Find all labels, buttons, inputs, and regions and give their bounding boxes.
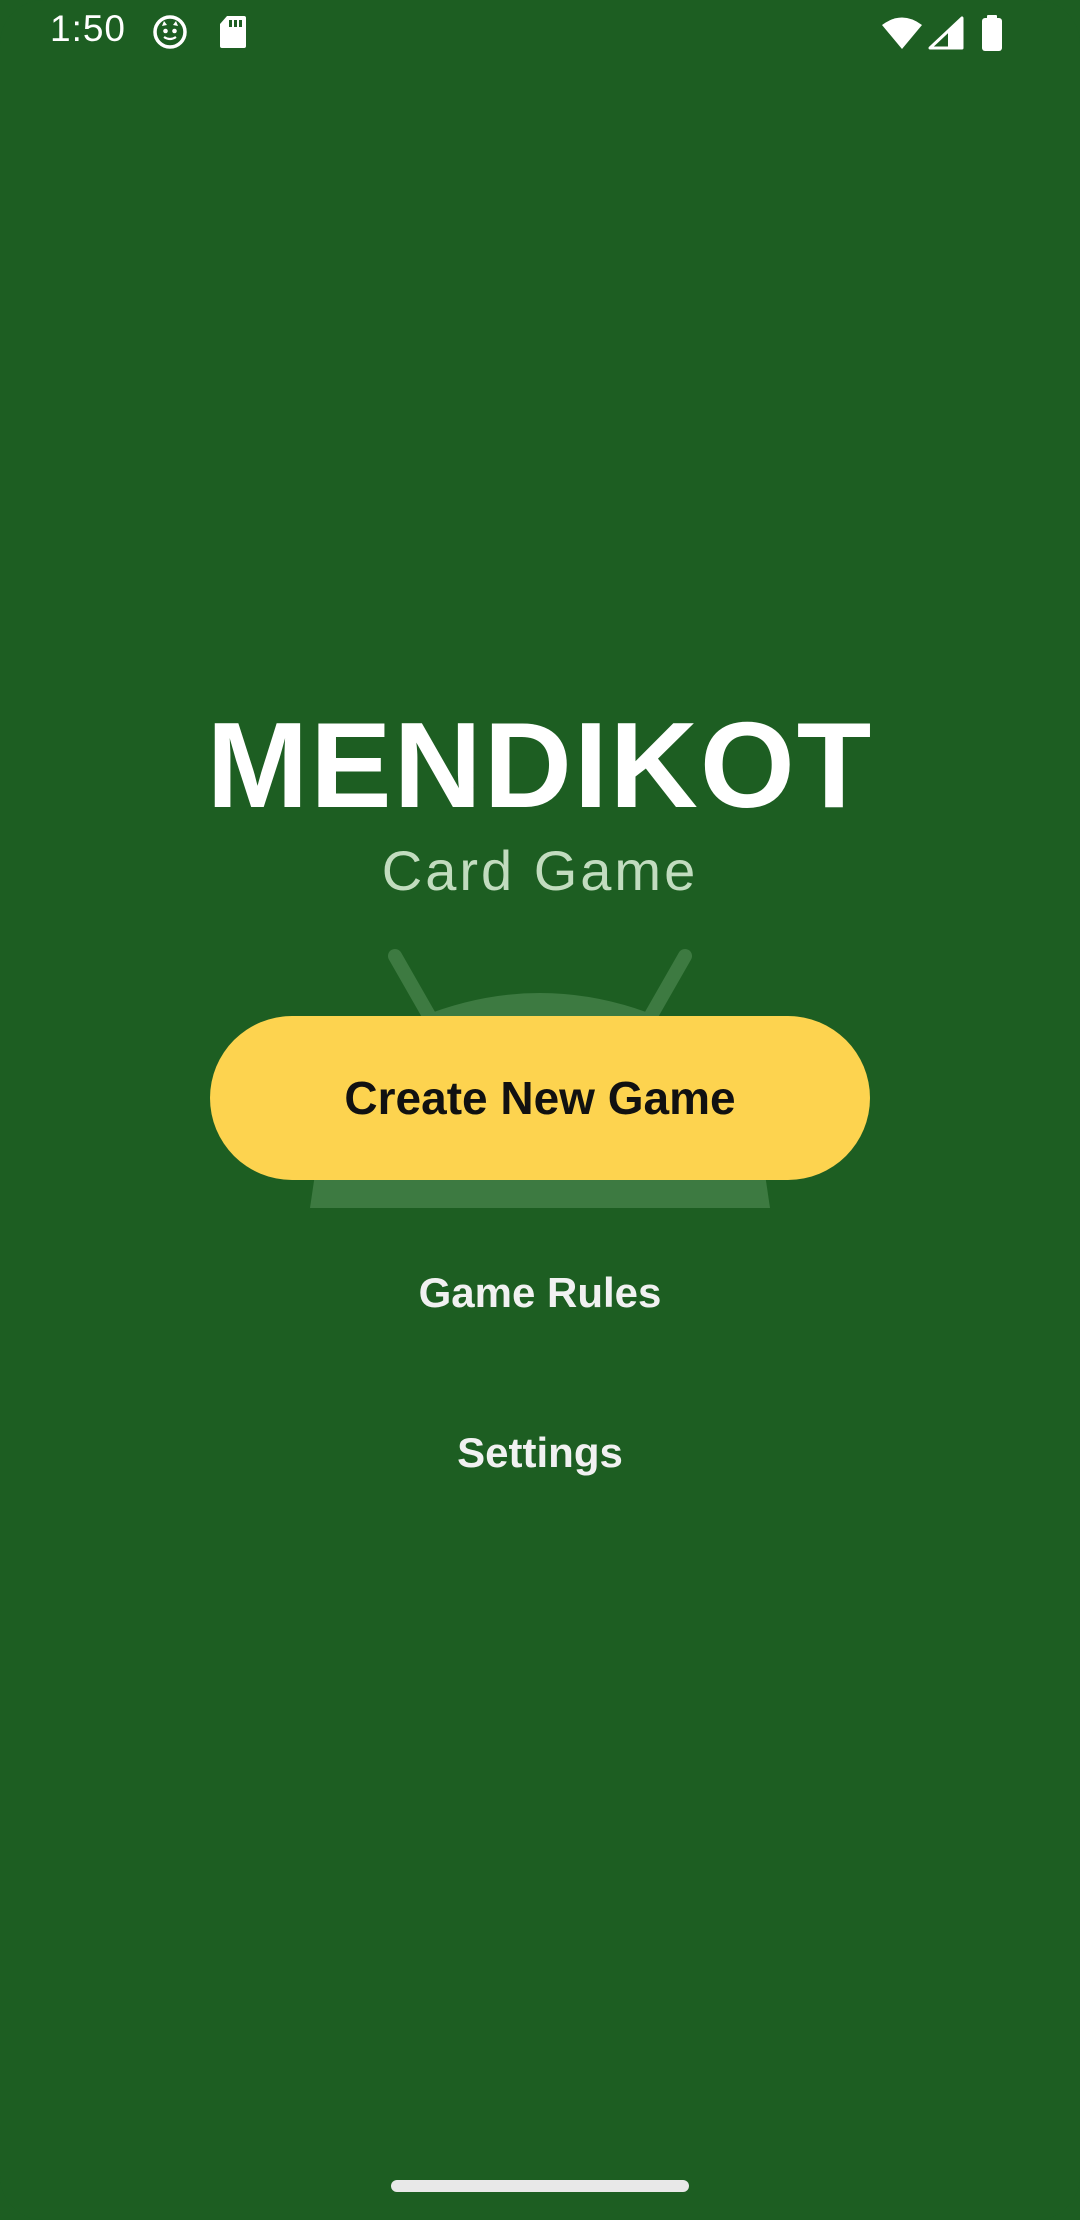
status-time: 1:50 bbox=[50, 8, 127, 49]
wifi-icon bbox=[880, 16, 924, 55]
battery-icon bbox=[980, 14, 1004, 57]
home-indicator[interactable] bbox=[391, 2180, 689, 2192]
app-subtitle: Card Game bbox=[381, 839, 699, 902]
create-new-game-button[interactable]: Create New Game bbox=[210, 1016, 870, 1180]
cat-face-icon bbox=[152, 14, 188, 55]
app-title: MENDIKOT bbox=[206, 697, 874, 833]
home-screen: 1:50 MENDIKOT Card Game Create New Game … bbox=[0, 0, 1080, 2220]
sd-card-icon bbox=[218, 14, 248, 55]
settings-button[interactable]: Settings bbox=[340, 1398, 740, 1508]
cellular-signal-icon bbox=[928, 16, 964, 55]
game-rules-button[interactable]: Game Rules bbox=[340, 1238, 740, 1348]
status-bar: 1:50 bbox=[0, 0, 1080, 66]
